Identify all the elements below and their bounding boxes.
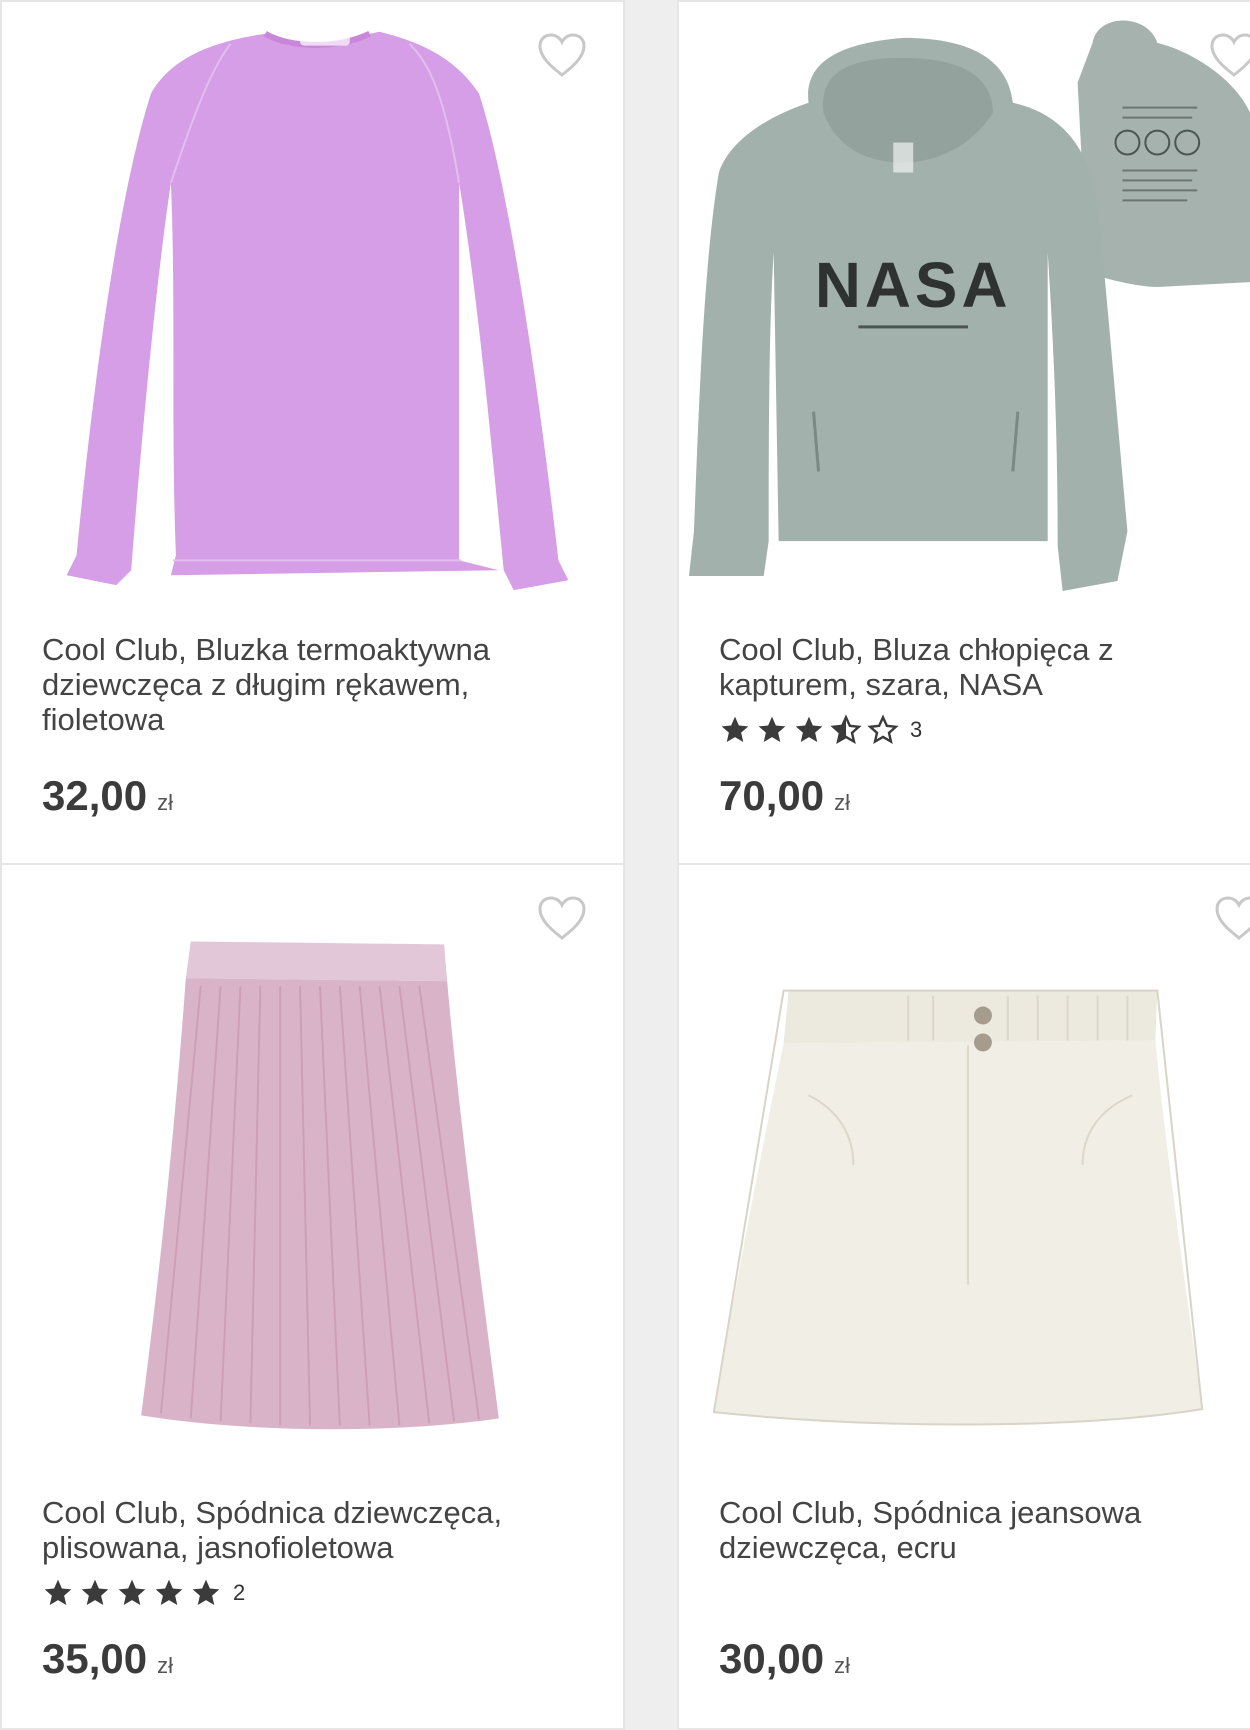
product-price: 30,00 zł — [719, 1635, 850, 1683]
price-amount: 35,00 — [42, 1635, 148, 1682]
rating: 3 — [719, 714, 922, 746]
product-image-pleated-skirt[interactable] — [2, 865, 623, 1465]
star-full-icon — [793, 714, 825, 746]
star-full-icon — [153, 1577, 185, 1609]
heart-icon[interactable] — [1214, 895, 1250, 941]
product-card[interactable]: Cool Club, Spódnica jeansowa dziewczęca,… — [677, 865, 1250, 1730]
price-currency: zł — [834, 1653, 850, 1678]
star-full-icon — [756, 714, 788, 746]
product-image-grey-hoodie[interactable]: NASA — [679, 2, 1250, 602]
price-amount: 70,00 — [719, 772, 825, 819]
product-title[interactable]: Cool Club, Spódnica jeansowa dziewczęca,… — [719, 1495, 1210, 1565]
product-card[interactable]: Cool Club, Bluzka termoaktywna dziewczęc… — [0, 0, 625, 865]
price-currency: zł — [834, 790, 850, 815]
star-full-icon — [79, 1577, 111, 1609]
star-half-icon — [830, 714, 862, 746]
review-count[interactable]: 3 — [910, 717, 922, 743]
price-amount: 32,00 — [42, 772, 148, 819]
star-empty-icon — [867, 714, 899, 746]
price-amount: 30,00 — [719, 1635, 825, 1682]
heart-icon[interactable] — [1209, 32, 1250, 78]
product-title[interactable]: Cool Club, Spódnica dziewczęca, plisowan… — [42, 1495, 583, 1565]
product-price: 35,00 zł — [42, 1635, 173, 1683]
heart-icon[interactable] — [537, 32, 587, 78]
hoodie-print-text: NASA — [815, 249, 1012, 321]
price-currency: zł — [157, 790, 173, 815]
product-price: 70,00 zł — [719, 772, 850, 820]
star-full-icon — [719, 714, 751, 746]
heart-icon[interactable] — [537, 895, 587, 941]
product-title[interactable]: Cool Club, Bluza chłopięca z kapturem, s… — [719, 632, 1210, 702]
star-full-icon — [42, 1577, 74, 1609]
star-full-icon — [190, 1577, 222, 1609]
rating: 2 — [42, 1577, 245, 1609]
product-price: 32,00 zł — [42, 772, 173, 820]
review-count[interactable]: 2 — [233, 1580, 245, 1606]
product-card[interactable]: Cool Club, Spódnica dziewczęca, plisowan… — [0, 865, 625, 1730]
price-currency: zł — [157, 1653, 173, 1678]
product-image-denim-skirt[interactable] — [679, 865, 1250, 1465]
star-full-icon — [116, 1577, 148, 1609]
product-title[interactable]: Cool Club, Bluzka termoaktywna dziewczęc… — [42, 632, 583, 737]
product-card[interactable]: NASA Cool Club, Bluza chłopięca z kaptur… — [677, 0, 1250, 865]
product-image-pink-top[interactable] — [2, 2, 623, 602]
